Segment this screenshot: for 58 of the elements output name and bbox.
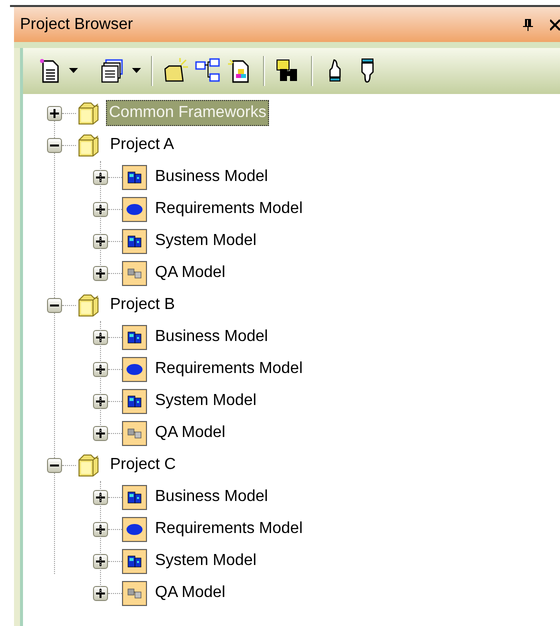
tree-item[interactable]: Project B [107, 292, 178, 318]
collapse-toggle[interactable] [47, 298, 62, 312]
caret-icon[interactable] [69, 68, 78, 74]
plus-icon [96, 268, 105, 278]
plus-icon [96, 172, 105, 182]
model-blocks-icon [122, 548, 147, 574]
tree-item[interactable]: QA Model [155, 581, 226, 605]
model-blocks-icon [122, 228, 147, 254]
expand-toggle[interactable] [93, 202, 108, 216]
tree-item[interactable]: Business Model [155, 165, 268, 189]
plus-icon [96, 428, 105, 438]
tree-item[interactable]: QA Model [155, 261, 226, 285]
ellipse-icon [122, 516, 147, 542]
plus-icon [96, 396, 105, 406]
expand-toggle[interactable] [93, 586, 108, 600]
expand-toggle[interactable] [93, 490, 108, 504]
close-icon[interactable] [550, 18, 560, 30]
expand-toggle[interactable] [47, 106, 62, 120]
ellipse-icon [122, 356, 147, 382]
plus-icon [96, 492, 105, 502]
expand-toggle[interactable] [93, 554, 108, 568]
plus-icon [96, 204, 105, 214]
plus-icon [96, 364, 105, 374]
expand-toggle[interactable] [93, 234, 108, 248]
caret-icon[interactable] [132, 68, 141, 74]
model-blocks-icon [122, 388, 147, 414]
tree-item[interactable]: Project C [107, 452, 179, 478]
expand-toggle[interactable] [93, 330, 108, 344]
expand-toggle[interactable] [93, 522, 108, 536]
collapse-toggle[interactable] [47, 138, 62, 152]
tree-item[interactable]: Requirements Model [155, 357, 303, 381]
tree-item[interactable]: System Model [155, 549, 256, 573]
plus-icon [96, 556, 105, 566]
tree-item[interactable]: Requirements Model [155, 197, 303, 221]
panel-title: Project Browser [20, 14, 133, 34]
model-blocks-icon [122, 484, 147, 510]
tree-item[interactable]: System Model [155, 229, 256, 253]
plus-icon [96, 332, 105, 342]
tree-item[interactable]: Business Model [155, 325, 268, 349]
expand-toggle[interactable] [93, 426, 108, 440]
expand-toggle[interactable] [93, 362, 108, 376]
expand-toggle[interactable] [93, 170, 108, 184]
model-blocks-icon [122, 164, 147, 190]
plus-icon [96, 524, 105, 534]
plus-icon [96, 236, 105, 246]
ellipse-icon [122, 196, 147, 222]
plus-icon [50, 108, 59, 118]
tree-item[interactable]: Business Model [155, 485, 268, 509]
collapse-toggle[interactable] [47, 458, 62, 472]
tree-item[interactable]: QA Model [155, 421, 226, 445]
tree-item[interactable]: Project A [107, 132, 178, 158]
expand-toggle[interactable] [93, 266, 108, 280]
model-blocks-icon [122, 324, 147, 350]
tree-item[interactable]: System Model [155, 389, 256, 413]
expand-toggle[interactable] [93, 394, 108, 408]
plus-icon [96, 588, 105, 598]
pin-icon[interactable] [522, 18, 534, 32]
tree-item[interactable]: Requirements Model [155, 517, 303, 541]
